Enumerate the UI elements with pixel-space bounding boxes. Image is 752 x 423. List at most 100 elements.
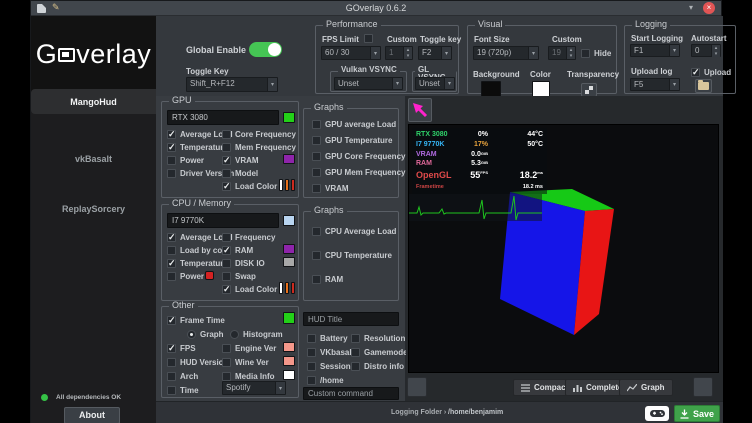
frame-time-color-swatch[interactable] bbox=[283, 312, 295, 324]
upload-checkbox[interactable]: Upload bbox=[691, 67, 731, 78]
hud-ms-value: 18.2ms bbox=[520, 170, 543, 180]
cpu-load-color-high-swatch[interactable] bbox=[291, 282, 295, 294]
custom-font-spinner[interactable]: 19▴▾ bbox=[548, 46, 576, 60]
cpu-check-disk-io[interactable]: DISK IO bbox=[222, 258, 265, 269]
upload-folder-button[interactable] bbox=[695, 79, 712, 93]
gpu-load-color-high-swatch[interactable] bbox=[291, 179, 295, 191]
spinner-down-icon[interactable]: ▾ bbox=[404, 53, 412, 59]
spinner-down-icon[interactable]: ▾ bbox=[712, 51, 720, 57]
cpu-load-color-low-swatch[interactable] bbox=[279, 282, 283, 294]
other-check-time[interactable]: Time bbox=[167, 385, 199, 396]
save-button[interactable]: Save bbox=[674, 405, 720, 422]
cpu-load-color-mid-swatch[interactable] bbox=[285, 282, 289, 294]
cpu-name-input[interactable] bbox=[167, 213, 279, 228]
other-check-wine-ver[interactable]: Wine Ver bbox=[222, 357, 269, 368]
extra-check-distro-info[interactable]: Distro info bbox=[351, 361, 404, 372]
other-check-hud-version[interactable]: HUD Version bbox=[167, 357, 228, 368]
autostart-spinner[interactable]: 0▴▾ bbox=[691, 44, 721, 57]
other-check-frame-time[interactable]: Frame Time bbox=[167, 315, 225, 326]
graph-check-cpu-average-load[interactable]: CPU Average Load bbox=[312, 226, 396, 237]
vulkan-vsync-dropdown[interactable]: Unset▾ bbox=[334, 77, 403, 90]
gpu-check-temperature[interactable]: Temperature bbox=[167, 142, 228, 153]
graph-check-gpu-temperature[interactable]: GPU Temperature bbox=[312, 135, 392, 146]
dropdown-arrow-icon: ▾ bbox=[267, 78, 277, 91]
graph-check-vram[interactable]: VRAM bbox=[312, 183, 349, 194]
extra-check-home[interactable]: /home bbox=[307, 375, 344, 386]
gpu-load-color-mid-swatch[interactable] bbox=[285, 179, 289, 191]
preview-scroll-right-button[interactable] bbox=[693, 377, 713, 397]
hide-checkbox[interactable]: Hide bbox=[581, 48, 611, 59]
gpu-check-power[interactable]: Power bbox=[167, 155, 204, 166]
cpu-power-color-swatch[interactable] bbox=[205, 271, 214, 280]
gl-vsync-dropdown[interactable]: Unset▾ bbox=[415, 77, 455, 90]
cpu-check-load-by-core[interactable]: Load by core bbox=[167, 245, 230, 256]
custom-fps-spinner[interactable]: 1▴▾ bbox=[385, 46, 413, 60]
fps-limit-checkbox[interactable] bbox=[364, 34, 373, 43]
extra-check-vkbasalt[interactable]: VKbasalt bbox=[307, 347, 354, 358]
gpu-check-vram[interactable]: VRAM bbox=[222, 155, 259, 166]
graph-check-gpu-mem-frequency[interactable]: GPU Mem Frequency bbox=[312, 167, 405, 178]
cpu-check-ram[interactable]: RAM bbox=[222, 245, 253, 256]
sidebar-tab-vkbasalt[interactable]: vkBasalt bbox=[31, 146, 156, 171]
extra-check-gamemode[interactable]: Gamemode bbox=[351, 347, 408, 358]
gpu-color-swatch[interactable] bbox=[283, 112, 295, 123]
gpu-check-core-frequency[interactable]: Core Frequency bbox=[222, 129, 296, 140]
font-size-dropdown[interactable]: 19 (720p)▾ bbox=[473, 46, 539, 60]
top-settings-panel: Global Enable Toggle Key Shift_R+F12▾ Pe… bbox=[156, 16, 723, 96]
close-button[interactable]: × bbox=[703, 2, 715, 14]
gpu-check-load-color[interactable]: Load Color bbox=[222, 181, 277, 192]
about-button[interactable]: About bbox=[64, 407, 120, 423]
preview-scroll-left-button[interactable] bbox=[407, 377, 427, 397]
disk-io-color-swatch[interactable] bbox=[283, 257, 295, 267]
global-enable-toggle[interactable] bbox=[249, 42, 282, 57]
logging-folder-button[interactable]: Logging Folder › bbox=[391, 409, 446, 416]
cpu-check-temperature[interactable]: Temperature bbox=[167, 258, 228, 269]
media-info-color-swatch[interactable] bbox=[283, 370, 295, 380]
cpu-color-swatch[interactable] bbox=[283, 215, 295, 226]
spinner-down-icon[interactable]: ▾ bbox=[567, 53, 575, 59]
frame-time-graph-radio[interactable]: Graph bbox=[187, 329, 224, 339]
cpu-check-frequency[interactable]: Frequency bbox=[222, 232, 275, 243]
start-logging-dropdown[interactable]: F1▾ bbox=[630, 44, 680, 57]
graph-check-gpu-average-load[interactable]: GPU average Load bbox=[312, 119, 396, 130]
fps-limit-dropdown[interactable]: 60 / 30▾ bbox=[321, 46, 381, 60]
cpu-check-load-color[interactable]: Load Color bbox=[222, 284, 277, 295]
other-check-arch[interactable]: Arch bbox=[167, 371, 198, 382]
graph-check-cpu-temperature[interactable]: CPU Temperature bbox=[312, 250, 392, 261]
graph-button[interactable]: Graph bbox=[619, 379, 673, 396]
upload-log-dropdown[interactable]: F5▾ bbox=[630, 78, 680, 91]
transparency-button[interactable] bbox=[581, 83, 597, 97]
font-size-label: Font Size bbox=[474, 35, 510, 44]
custom-command-input[interactable] bbox=[303, 387, 399, 400]
ram-color-swatch[interactable] bbox=[283, 244, 295, 254]
extra-check-resolution[interactable]: Resolution bbox=[351, 333, 405, 344]
gpu-load-color-low-swatch[interactable] bbox=[279, 179, 283, 191]
toggle-key-dropdown[interactable]: Shift_R+F12▾ bbox=[186, 77, 278, 92]
chevron-down-icon[interactable]: ▾ bbox=[689, 3, 693, 12]
extra-check-battery[interactable]: Battery bbox=[307, 333, 348, 344]
hud-title-input[interactable] bbox=[303, 312, 399, 326]
sidebar-tab-replaysorcery[interactable]: ReplaySorcery bbox=[31, 196, 156, 221]
frame-time-histogram-radio[interactable]: Histogram bbox=[230, 329, 283, 339]
cpu-check-swap[interactable]: Swap bbox=[222, 271, 256, 282]
checkbox-box bbox=[581, 49, 590, 58]
graph-check-gpu-core-frequency[interactable]: GPU Core Frequency bbox=[312, 151, 405, 162]
gpu-check-model[interactable]: Model bbox=[222, 168, 258, 179]
sidebar-tab-mangohud[interactable]: MangoHud bbox=[31, 89, 156, 114]
cpu-check-power[interactable]: Power bbox=[167, 271, 204, 282]
gpu-check-mem-frequency[interactable]: Mem Frequency bbox=[222, 142, 296, 153]
gamepad-button[interactable] bbox=[645, 406, 669, 421]
wine-ver-color-swatch[interactable] bbox=[283, 356, 295, 366]
custom-font-label: Custom bbox=[552, 35, 582, 44]
media-player-dropdown[interactable]: Spotify▾ bbox=[222, 381, 286, 395]
spinner-value: 0 bbox=[692, 45, 711, 56]
gpu-name-input[interactable] bbox=[167, 110, 279, 125]
vram-color-swatch[interactable] bbox=[283, 154, 295, 164]
other-check-fps[interactable]: FPS bbox=[167, 343, 196, 354]
extra-check-session[interactable]: Session bbox=[307, 361, 351, 372]
cursor-tool-button[interactable] bbox=[408, 98, 432, 122]
other-check-engine-ver[interactable]: Engine Ver bbox=[222, 343, 276, 354]
engine-ver-color-swatch[interactable] bbox=[283, 342, 295, 352]
graph-check-ram[interactable]: RAM bbox=[312, 274, 343, 285]
perf-toggle-key-dropdown[interactable]: F2▾ bbox=[418, 46, 452, 60]
